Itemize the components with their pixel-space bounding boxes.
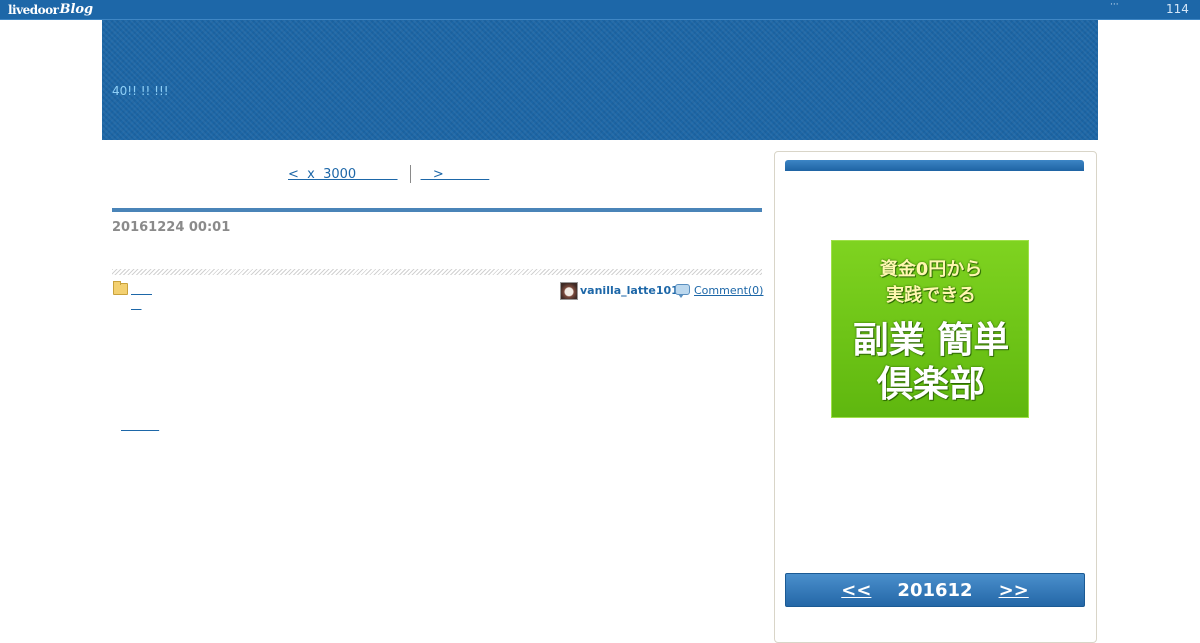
category-link[interactable]	[131, 283, 152, 296]
blog-title[interactable]: 40!! !! !!!	[112, 84, 169, 98]
blog-header: 40!! !! !!!	[102, 20, 1098, 140]
article-nav: < x 3000 >	[288, 165, 489, 183]
folder-icon	[113, 281, 128, 295]
calendar-next-link[interactable]: >>	[999, 580, 1029, 601]
comment-icon	[675, 284, 690, 298]
top-bar: livedoor Blog ··· 114	[0, 0, 1200, 20]
logo-text: livedoor	[8, 2, 59, 17]
sidebar-header-bar	[785, 160, 1084, 171]
ad-text-line1: 資金0円から	[879, 259, 983, 280]
prev-article-link[interactable]: < x 3000	[288, 167, 398, 182]
author-name[interactable]: vanilla_latte101	[580, 284, 679, 297]
comment-link[interactable]: Comment(0)	[694, 284, 763, 297]
post-bottom-link[interactable]	[121, 418, 159, 432]
post-title-rule	[112, 208, 762, 212]
ad-text-line2: 実践できる	[886, 285, 976, 306]
post-footer-divider	[112, 269, 762, 275]
sidebar: 資金0円から 実践できる 副業 簡単 倶楽部 << 201612 >>	[774, 151, 1097, 643]
post-date: 20161224 00:01	[112, 220, 231, 235]
ad-text-line4: 倶楽部	[876, 364, 985, 405]
calendar-month: 201612	[897, 579, 973, 601]
nav-divider	[409, 165, 411, 183]
category-link-secondary[interactable]	[131, 298, 142, 311]
logo-blog-text: Blog	[59, 2, 94, 17]
ad-banner[interactable]: 資金0円から 実践できる 副業 簡単 倶楽部	[831, 240, 1029, 418]
next-article-link[interactable]: >	[421, 167, 490, 182]
author-avatar[interactable]	[560, 282, 578, 300]
menu-dots-icon[interactable]: ···	[1110, 0, 1119, 10]
calendar-prev-link[interactable]: <<	[841, 580, 871, 601]
reader-count[interactable]: 114	[1166, 2, 1189, 16]
livedoor-blog-logo[interactable]: livedoor Blog	[8, 1, 93, 18]
calendar-nav: << 201612 >>	[785, 573, 1085, 607]
